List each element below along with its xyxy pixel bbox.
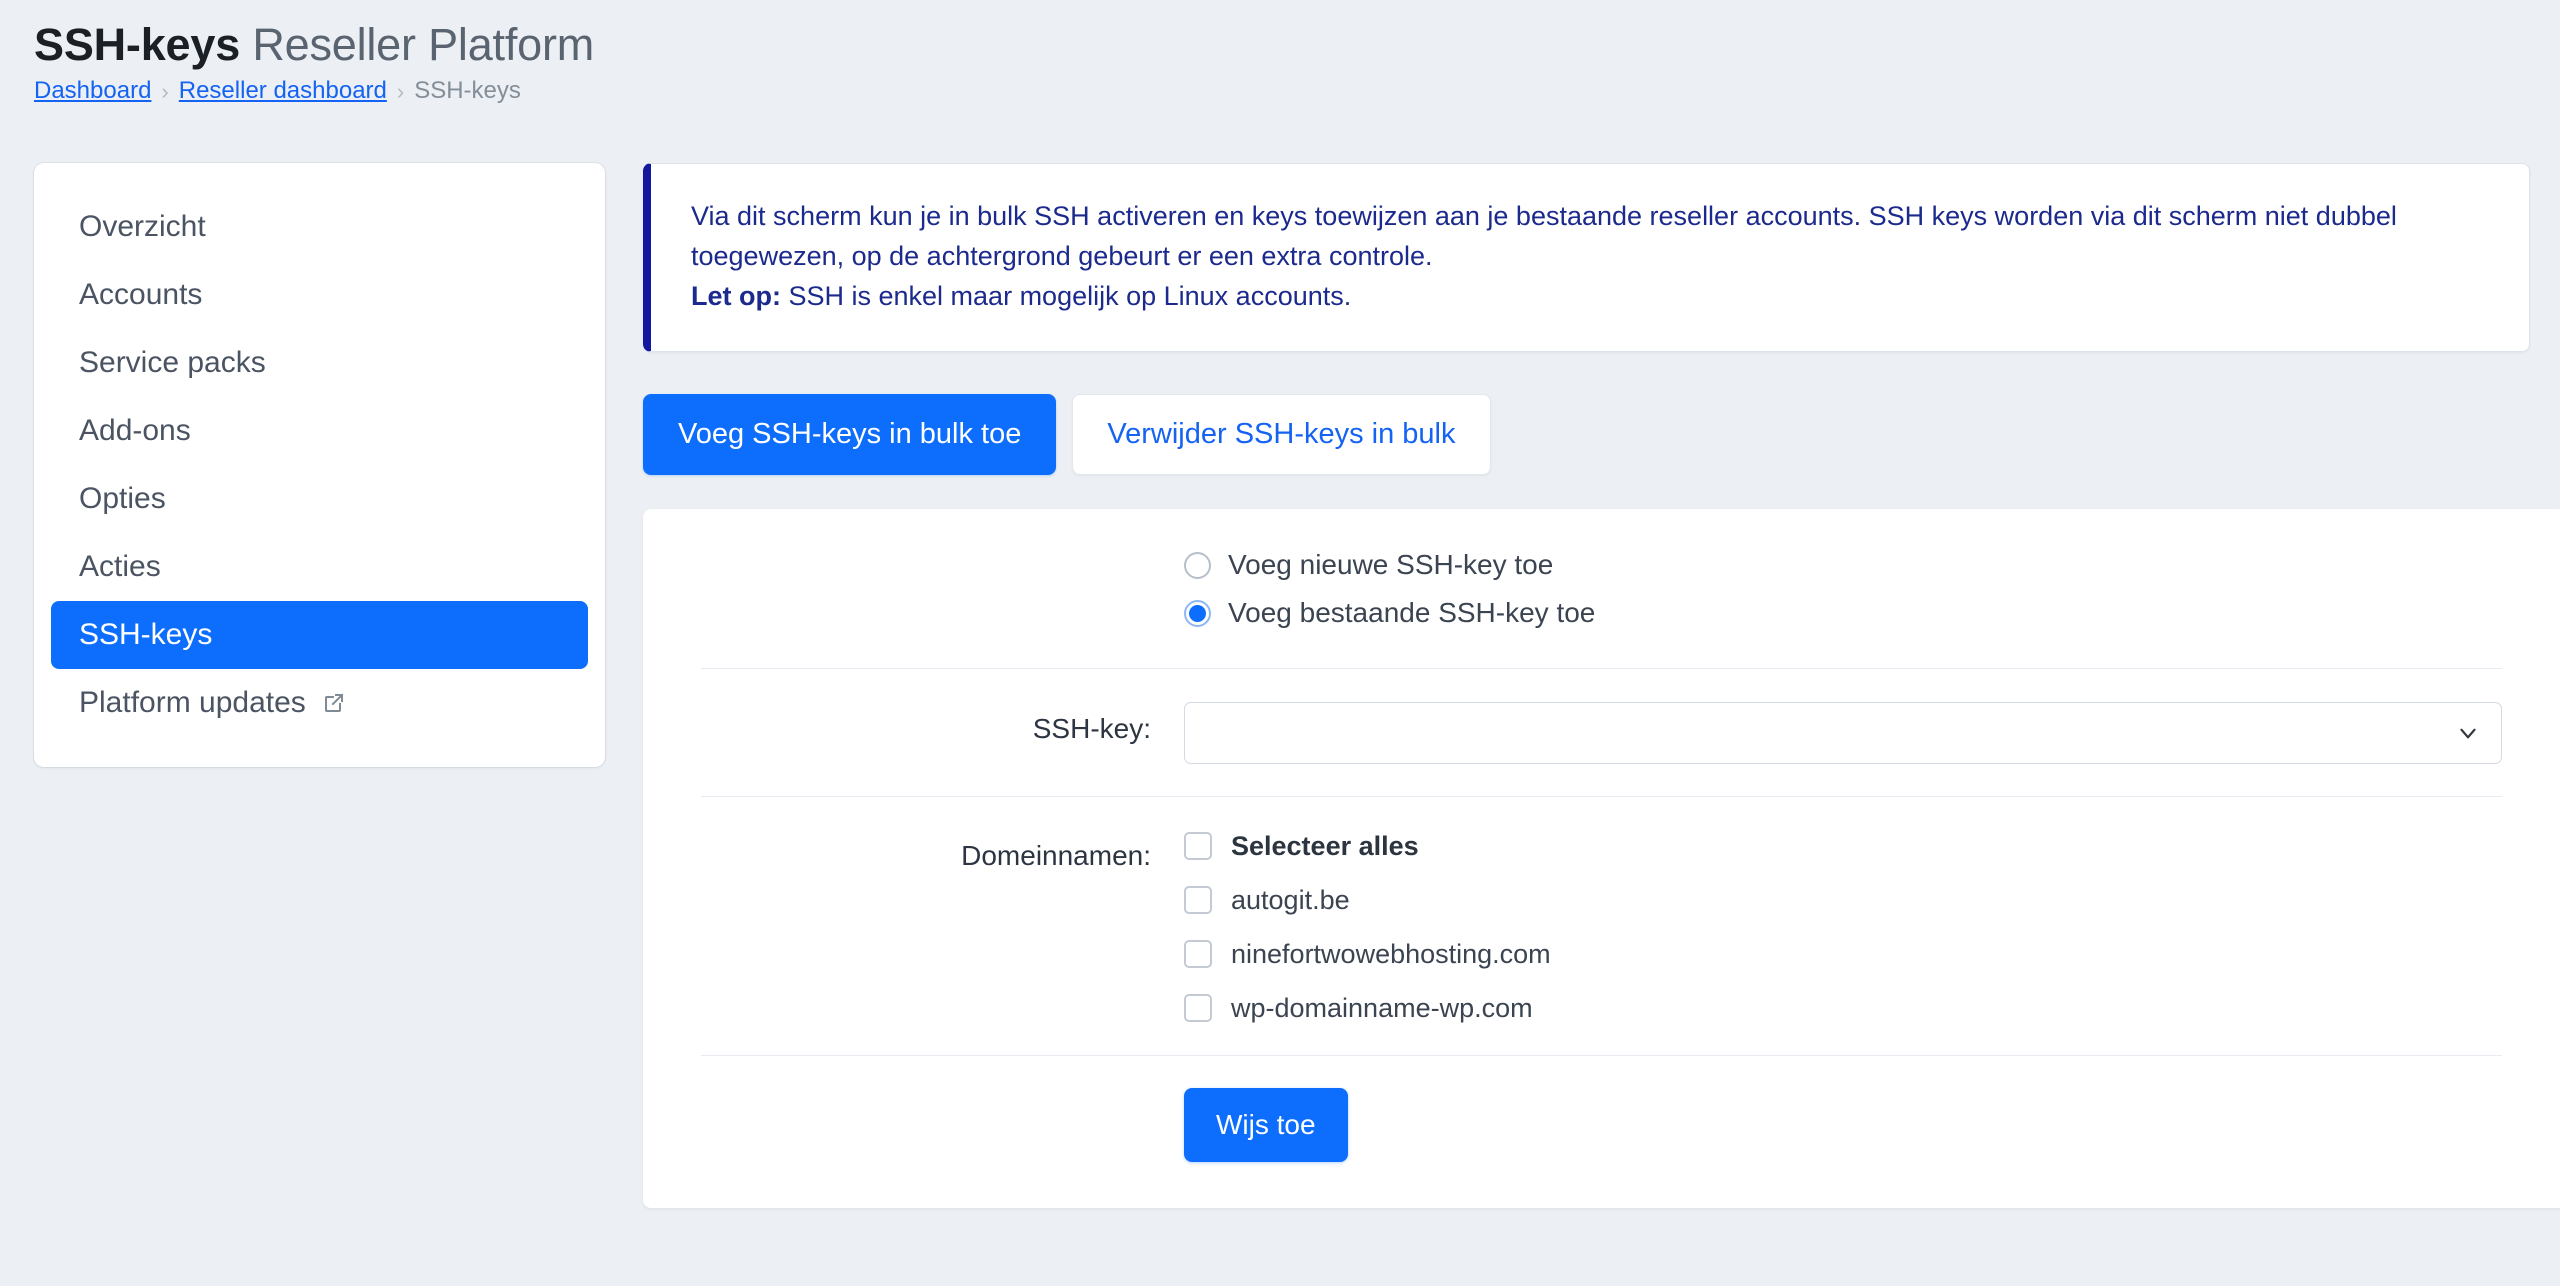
page-title-strong: SSH-keys — [34, 19, 241, 70]
checkbox-label: wp-domainname-wp.com — [1231, 992, 1533, 1023]
ssh-key-mode-radio-group: Voeg nieuwe SSH-key toe Voeg bestaande S… — [1184, 509, 2502, 668]
info-alert: Via dit scherm kun je in bulk SSH active… — [643, 163, 2530, 353]
checkbox-indicator-icon[interactable] — [1184, 940, 1212, 969]
submit-label-spacer — [701, 1056, 1184, 1065]
radio-indicator-icon[interactable] — [1184, 551, 1211, 579]
checkbox-indicator-icon[interactable] — [1184, 832, 1212, 861]
breadcrumb-separator-icon: › — [161, 78, 169, 104]
breadcrumb-link-dashboard[interactable]: Dashboard — [34, 77, 151, 106]
radio-label: Voeg bestaande SSH-key toe — [1228, 597, 1596, 629]
ssh-key-label: SSH-key: — [1032, 713, 1151, 745]
alert-note-text: SSH is enkel maar mogelijk op Linux acco… — [780, 280, 1352, 311]
domain-names-row: Domeinnamen: Selecteer alles autogit.be — [643, 797, 2560, 1055]
sidebar-item-label: Overzicht — [79, 210, 206, 244]
main-content: Via dit scherm kun je in bulk SSH active… — [643, 163, 2560, 1209]
sidebar-item-label: Acties — [79, 550, 161, 584]
external-link-icon — [322, 691, 346, 715]
sidebar-item-service-packs[interactable]: Service packs — [51, 329, 588, 397]
checkbox-domain[interactable]: wp-domainname-wp.com — [1184, 992, 2502, 1023]
breadcrumb-separator-icon: › — [396, 78, 405, 104]
sidebar-item-acties[interactable]: Acties — [51, 533, 588, 601]
domain-names-label: Domeinnamen: — [961, 840, 1151, 872]
chevron-down-icon — [2460, 728, 2476, 739]
sidebar-item-label: Service packs — [79, 346, 266, 380]
tab-bar: Voeg SSH-keys in bulk toe Verwijder SSH-… — [643, 394, 2560, 476]
checkbox-label: Selecteer alles — [1231, 830, 1419, 861]
page-header: SSH-keys Reseller Platform Dashboard › R… — [0, 0, 2560, 106]
domain-names-checkbox-group: Selecteer alles autogit.be ninefortwoweb… — [1184, 797, 2502, 1055]
page-title: SSH-keys Reseller Platform — [34, 19, 2560, 70]
ssh-key-select[interactable] — [1184, 702, 2502, 765]
checkbox-domain[interactable]: ninefortwowebhosting.com — [1184, 938, 2502, 969]
checkbox-indicator-icon[interactable] — [1184, 886, 1212, 915]
alert-paragraph: Via dit scherm kun je in bulk SSH active… — [691, 201, 2397, 271]
checkbox-indicator-icon[interactable] — [1184, 994, 1212, 1023]
sidebar-item-label: Opties — [79, 482, 166, 516]
alert-note: Let op: SSH is enkel maar mogelijk op Li… — [691, 277, 2489, 317]
radio-label: Voeg nieuwe SSH-key toe — [1228, 549, 1554, 581]
tab-add-ssh-keys-bulk[interactable]: Voeg SSH-keys in bulk toe — [643, 394, 1057, 476]
sidebar-item-opties[interactable]: Opties — [51, 465, 588, 533]
bulk-ssh-form-card: Voeg nieuwe SSH-key toe Voeg bestaande S… — [643, 509, 2560, 1209]
ssh-key-mode-label-spacer — [701, 509, 1184, 518]
sidebar-item-add-ons[interactable]: Add-ons — [51, 397, 588, 465]
radio-option-new-ssh-key[interactable]: Voeg nieuwe SSH-key toe — [1184, 551, 2502, 579]
sidebar-item-label: SSH-keys — [79, 618, 213, 652]
checkbox-select-all[interactable]: Selecteer alles — [1184, 830, 2502, 861]
tab-remove-ssh-keys-bulk[interactable]: Verwijder SSH-keys in bulk — [1072, 394, 1491, 476]
sidebar-item-platform-updates[interactable]: Platform updates — [51, 669, 588, 737]
page-title-rest: Reseller Platform — [240, 19, 595, 70]
assign-ssh-key-button[interactable]: Wijs toe — [1184, 1088, 1348, 1163]
breadcrumb: Dashboard › Reseller dashboard › SSH-key… — [34, 77, 2560, 106]
breadcrumb-link-reseller-dashboard[interactable]: Reseller dashboard — [179, 77, 387, 106]
sidebar-item-label: Add-ons — [79, 414, 191, 448]
ssh-key-select-row: SSH-key: — [643, 669, 2560, 796]
checkbox-label: ninefortwowebhosting.com — [1231, 938, 1551, 969]
ssh-key-mode-row: Voeg nieuwe SSH-key toe Voeg bestaande S… — [643, 509, 2560, 668]
submit-row: Wijs toe — [643, 1056, 2560, 1208]
radio-indicator-icon[interactable] — [1184, 599, 1211, 627]
checkbox-label: autogit.be — [1231, 884, 1350, 915]
sidebar-nav: Overzicht Accounts Service packs Add-ons… — [34, 163, 605, 768]
breadcrumb-current: SSH-keys — [414, 77, 521, 105]
sidebar-item-label: Platform updates — [79, 686, 306, 720]
sidebar-item-ssh-keys[interactable]: SSH-keys — [51, 601, 588, 670]
radio-option-existing-ssh-key[interactable]: Voeg bestaande SSH-key toe — [1184, 599, 2502, 627]
sidebar-item-label: Accounts — [79, 278, 203, 312]
page-layout: Overzicht Accounts Service packs Add-ons… — [0, 106, 2560, 1209]
checkbox-domain[interactable]: autogit.be — [1184, 884, 2502, 915]
sidebar-item-accounts[interactable]: Accounts — [51, 261, 588, 329]
alert-note-label: Let op: — [691, 280, 781, 311]
sidebar-item-overzicht[interactable]: Overzicht — [51, 193, 588, 261]
